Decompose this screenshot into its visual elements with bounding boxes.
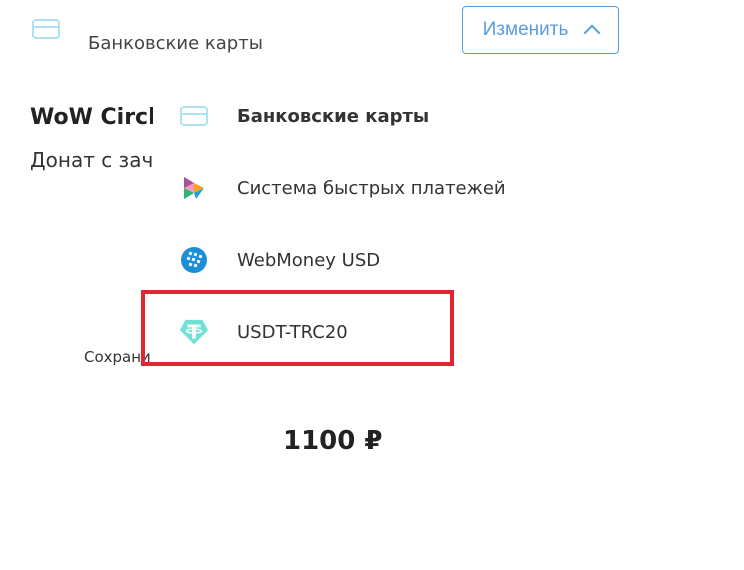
product-title: WoW Circle: [30, 105, 171, 130]
payment-option-webmoney[interactable]: WebMoney USD: [153, 224, 613, 296]
payment-option-label: Система быстрых платежей: [237, 177, 506, 199]
payment-option-bank-cards[interactable]: Банковские карты: [153, 80, 613, 152]
webmoney-icon: [179, 245, 209, 275]
product-subtitle: Донат с зач: [30, 148, 154, 172]
current-payment-method-label: Банковские карты: [88, 33, 263, 54]
chevron-up-icon: [583, 24, 601, 42]
payment-option-label: WebMoney USD: [237, 249, 381, 271]
bank-card-icon: [179, 101, 209, 131]
selection-highlight-box: [141, 290, 454, 366]
change-button-label: Изменить: [482, 19, 569, 40]
bank-card-icon: [32, 19, 60, 39]
payment-page: Банковские карты Изменить WoW Circle Дон…: [0, 0, 744, 570]
payment-option-label: Банковские карты: [237, 105, 430, 127]
change-payment-method-button[interactable]: Изменить: [462, 6, 619, 54]
payment-option-sbp[interactable]: Система быстрых платежей: [153, 152, 613, 224]
sbp-icon: [179, 173, 209, 203]
price-value: 1100 ₽: [283, 426, 383, 456]
